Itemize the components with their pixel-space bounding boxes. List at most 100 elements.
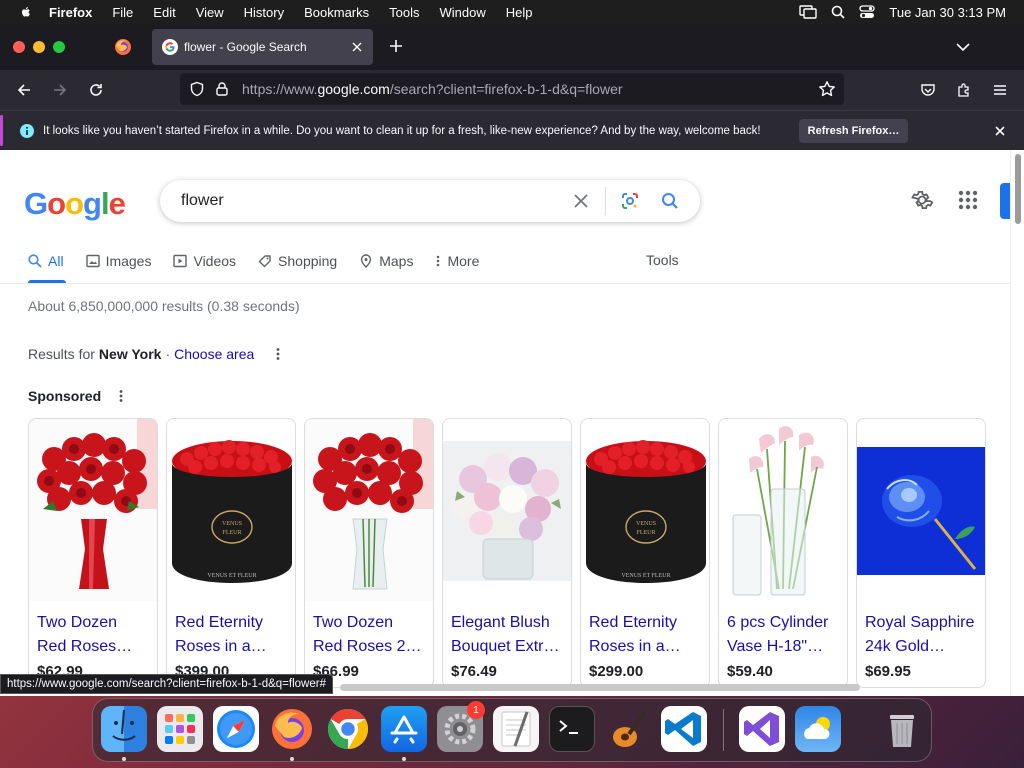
tracking-protection-shield-icon[interactable] <box>189 81 205 97</box>
reload-button[interactable] <box>84 78 108 102</box>
search-divider <box>605 187 606 215</box>
launchpad-icon[interactable] <box>157 706 203 752</box>
product-title[interactable]: 6 pcs Cylinder Vase H-18"… <box>727 611 839 659</box>
forward-button[interactable] <box>48 78 72 102</box>
google-apps-grid-icon[interactable] <box>956 188 980 212</box>
close-tab-icon[interactable] <box>345 35 369 59</box>
google-logo[interactable]: Google <box>24 186 126 222</box>
product-title[interactable]: Elegant Blush Bouquet Extr… <box>451 611 563 659</box>
vscode-icon[interactable] <box>661 706 707 752</box>
finder-icon[interactable] <box>101 706 147 752</box>
info-icon <box>20 123 34 138</box>
tools-button[interactable]: Tools <box>646 252 679 268</box>
bookmark-star-icon[interactable] <box>818 80 836 98</box>
close-notification-icon[interactable] <box>992 123 1008 139</box>
menu-edit[interactable]: Edit <box>153 5 175 20</box>
firefox-pinned-tab-icon[interactable] <box>113 37 133 57</box>
more-vertical-icon <box>437 255 440 267</box>
extensions-puzzle-icon[interactable] <box>952 78 976 102</box>
product-title[interactable]: Two Dozen Red Roses 2… <box>313 611 425 659</box>
spotlight-search-icon[interactable] <box>831 5 845 19</box>
menubar-clock[interactable]: Tue Jan 30 3:13 PM <box>889 5 1006 20</box>
product-card[interactable]: VENUS FLEUR VENUS ET FLEUR Red Eternity … <box>580 418 710 688</box>
tab-more[interactable]: More <box>435 250 479 272</box>
svg-text:FLEUR: FLEUR <box>222 530 241 536</box>
product-title[interactable]: Red Eternity Roses in a… <box>175 611 287 659</box>
search-box[interactable]: flower <box>160 180 700 222</box>
garageband-icon[interactable] <box>605 706 651 752</box>
control-center-icon[interactable] <box>859 5 876 19</box>
product-title[interactable]: Red Eternity Roses in a… <box>589 611 701 659</box>
search-input[interactable]: flower <box>181 192 569 210</box>
product-image <box>305 419 433 601</box>
product-card[interactable]: VENUS FLEUR VENUS ET FLEUR Red Eternity … <box>166 418 296 688</box>
menu-help[interactable]: Help <box>506 5 533 20</box>
notification-text: It looks like you haven’t started Firefo… <box>43 124 761 137</box>
product-card[interactable]: Elegant Blush Bouquet Extr… $76.49 <box>442 418 572 688</box>
terminal-icon[interactable] <box>549 706 595 752</box>
address-bar[interactable]: https://www.google.com/search?client=fir… <box>180 73 844 105</box>
menu-tools[interactable]: Tools <box>389 5 419 20</box>
weather-icon[interactable] <box>795 706 841 752</box>
product-title[interactable]: Two Dozen Red Roses… <box>37 611 149 659</box>
result-stats: About 6,850,000,000 results (0.38 second… <box>28 298 300 314</box>
menu-view[interactable]: View <box>196 5 224 20</box>
textedit-icon[interactable] <box>493 706 539 752</box>
tab-title: flower - Google Search <box>184 40 307 54</box>
safari-icon[interactable] <box>213 706 259 752</box>
menu-window[interactable]: Window <box>440 5 486 20</box>
location-more-icon[interactable] <box>270 346 286 362</box>
menu-app-name[interactable]: Firefox <box>49 5 92 20</box>
pocket-icon[interactable] <box>916 78 940 102</box>
firefox-notification-bar: It looks like you haven’t started Firefo… <box>0 110 1024 150</box>
product-card[interactable]: Royal Sapphire 24k Gold… $69.95 <box>856 418 986 688</box>
tab-all[interactable]: All <box>28 250 64 272</box>
horizontal-scrollbar-thumb[interactable] <box>340 684 860 691</box>
back-button[interactable] <box>12 78 36 102</box>
list-all-tabs-button[interactable] <box>952 36 974 58</box>
screen-mirroring-icon[interactable] <box>799 5 818 19</box>
product-card[interactable]: Two Dozen Red Roses… $62.99 <box>28 418 158 688</box>
menu-bookmarks[interactable]: Bookmarks <box>304 5 369 20</box>
menu-history[interactable]: History <box>244 5 284 20</box>
url-text[interactable]: https://www.google.com/search?client=fir… <box>242 81 623 97</box>
clear-search-icon[interactable] <box>569 189 593 213</box>
location-separator: · <box>165 346 171 362</box>
product-card[interactable]: Two Dozen Red Roses 2… $66.99 <box>304 418 434 688</box>
zoom-window-button[interactable] <box>53 41 65 53</box>
status-bar-link-preview: https://www.google.com/search?client=fir… <box>0 674 333 694</box>
sign-in-button[interactable] <box>1000 183 1010 219</box>
menu-file[interactable]: File <box>112 5 133 20</box>
vertical-scrollbar[interactable] <box>1010 150 1024 696</box>
firefox-icon[interactable] <box>269 706 315 752</box>
app-store-icon[interactable] <box>381 706 427 752</box>
navigation-toolbar: https://www.google.com/search?client=fir… <box>0 70 1024 110</box>
apple-menu-icon[interactable] <box>19 5 33 19</box>
product-title[interactable]: Royal Sapphire 24k Gold… <box>865 611 977 659</box>
app-menu-hamburger-icon[interactable] <box>988 78 1012 102</box>
active-tab[interactable]: flower - Google Search <box>152 29 373 65</box>
search-submit-icon[interactable] <box>658 189 682 213</box>
tab-shopping[interactable]: Shopping <box>258 250 337 272</box>
gear-icon[interactable] <box>910 188 934 212</box>
lock-icon[interactable] <box>214 81 230 97</box>
chrome-icon[interactable] <box>325 706 371 752</box>
vertical-scrollbar-thumb[interactable] <box>1015 154 1021 224</box>
product-image: VENUS FLEUR VENUS ET FLEUR <box>581 419 709 601</box>
tab-images[interactable]: Images <box>85 250 151 272</box>
sponsored-more-icon[interactable] <box>113 388 129 404</box>
google-lens-icon[interactable] <box>618 189 642 213</box>
svg-text:VENUS: VENUS <box>636 521 656 527</box>
macos-menubar: Firefox File Edit View History Bookmarks… <box>0 0 1024 24</box>
tab-maps[interactable]: Maps <box>359 250 413 272</box>
refresh-firefox-button[interactable]: Refresh Firefox… <box>799 119 908 143</box>
visual-studio-icon[interactable] <box>739 706 785 752</box>
trash-icon[interactable] <box>879 706 925 752</box>
choose-area-link[interactable]: Choose area <box>174 346 254 362</box>
product-card[interactable]: 6 pcs Cylinder Vase H-18"… $59.40 <box>718 418 848 688</box>
new-tab-button[interactable] <box>385 35 407 57</box>
close-window-button[interactable] <box>13 41 25 53</box>
macos-dock: 1 <box>92 698 932 762</box>
minimize-window-button[interactable] <box>33 41 45 53</box>
tab-videos[interactable]: Videos <box>173 250 236 272</box>
